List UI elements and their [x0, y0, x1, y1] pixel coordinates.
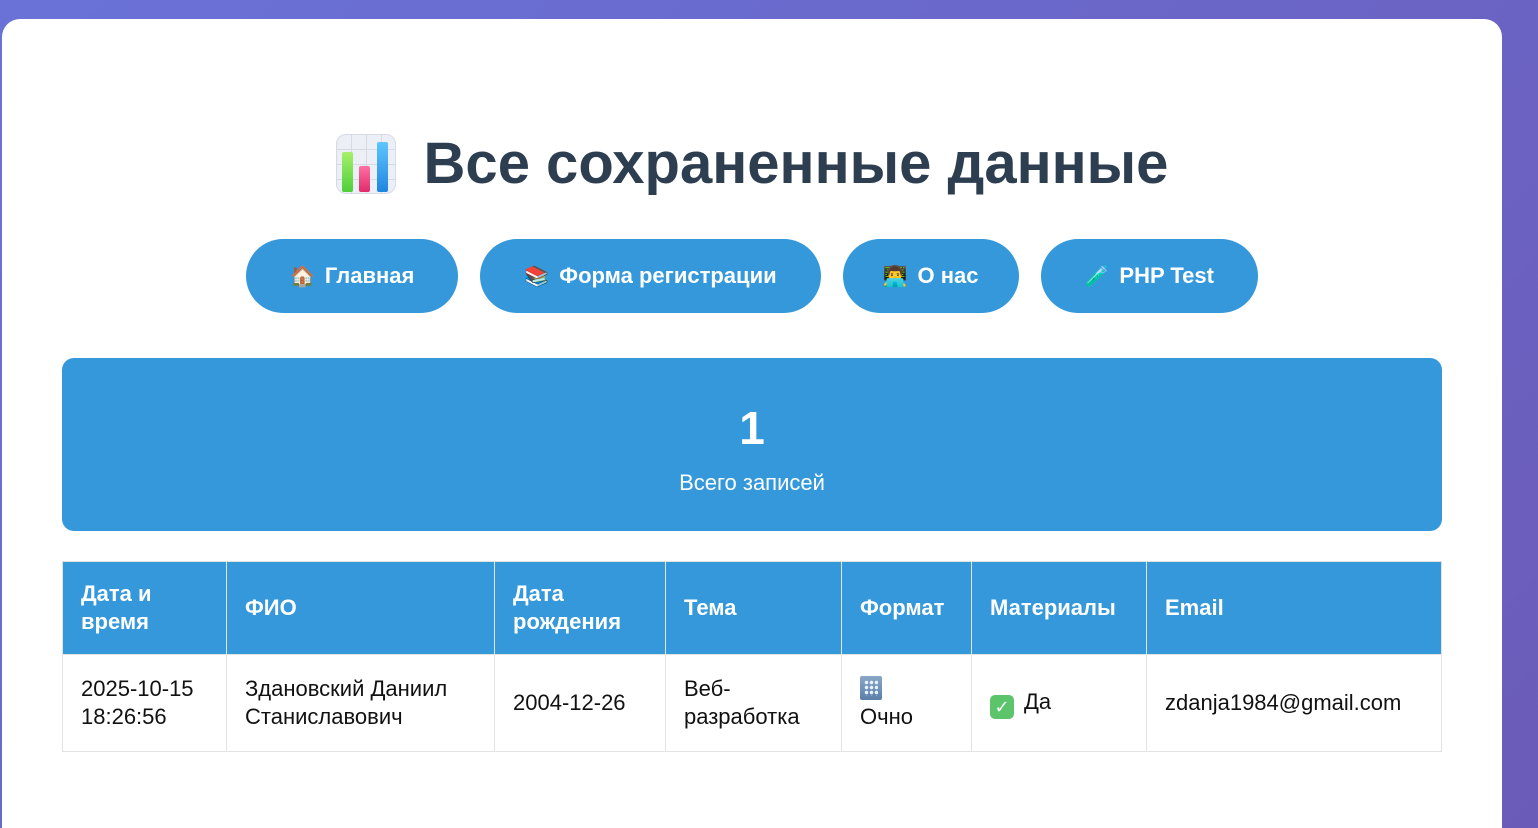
cell-materials: ✓ Да: [971, 654, 1147, 752]
house-icon: 🏠: [290, 265, 315, 288]
cell-birthdate: 2004-12-26: [494, 654, 666, 752]
technologist-icon: 👨‍💻: [882, 265, 908, 288]
nav-label: О нас: [917, 263, 979, 288]
cell-format: Очно: [841, 654, 972, 752]
nav-label: Главная: [324, 263, 415, 288]
column-header-materials: Материалы: [971, 561, 1147, 655]
column-header-fio: ФИО: [226, 561, 495, 655]
nav-button-php-test[interactable]: 🧪 PHP Test: [1040, 239, 1258, 313]
bar-chart-icon: [335, 134, 396, 194]
table-header-row: Дата и время ФИО Дата рождения Тема Форм…: [62, 561, 1442, 655]
total-records-label: Всего записей: [679, 470, 825, 495]
total-records-count: 1: [739, 402, 765, 454]
nav-button-about[interactable]: 👨‍💻 О нас: [842, 239, 1019, 313]
stats-card: 1 Всего записей: [62, 358, 1442, 531]
cell-fio: Здановский Даниил Станиславович: [226, 654, 495, 752]
office-building-icon: [860, 676, 882, 700]
cell-materials-text: Да: [1024, 688, 1052, 714]
page-title-text: Все сохраненные данные: [423, 131, 1169, 196]
column-header-topic: Тема: [665, 561, 842, 655]
test-tube-icon: 🧪: [1084, 265, 1110, 288]
main-container: Все сохраненные данные 🏠 Главная 📚 Форма…: [2, 19, 1502, 828]
column-header-format: Формат: [841, 561, 972, 655]
cell-format-text: Очно: [860, 704, 913, 729]
column-header-email: Email: [1146, 561, 1442, 655]
cell-topic: Веб-разработка: [665, 654, 842, 752]
cell-datetime: 2025-10-15 18:26:56: [62, 654, 227, 752]
nav-label: PHP Test: [1119, 263, 1214, 288]
nav-button-registration[interactable]: 📚 Форма регистрации: [480, 239, 821, 313]
cell-email: zdanja1984@gmail.com: [1146, 654, 1442, 752]
table-row: 2025-10-15 18:26:56 Здановский Даниил Ст…: [62, 654, 1442, 752]
column-header-datetime: Дата и время: [62, 561, 227, 655]
nav-bar: 🏠 Главная 📚 Форма регистрации 👨‍💻 О нас …: [62, 239, 1442, 313]
page-title: Все сохраненные данные: [62, 129, 1442, 199]
column-header-birthdate: Дата рождения: [494, 561, 666, 655]
data-table: Дата и время ФИО Дата рождения Тема Форм…: [62, 561, 1442, 752]
books-icon: 📚: [524, 265, 550, 288]
nav-button-home[interactable]: 🏠 Главная: [246, 239, 459, 313]
check-mark-icon: ✓: [990, 694, 1014, 719]
nav-label: Форма регистрации: [559, 263, 777, 288]
